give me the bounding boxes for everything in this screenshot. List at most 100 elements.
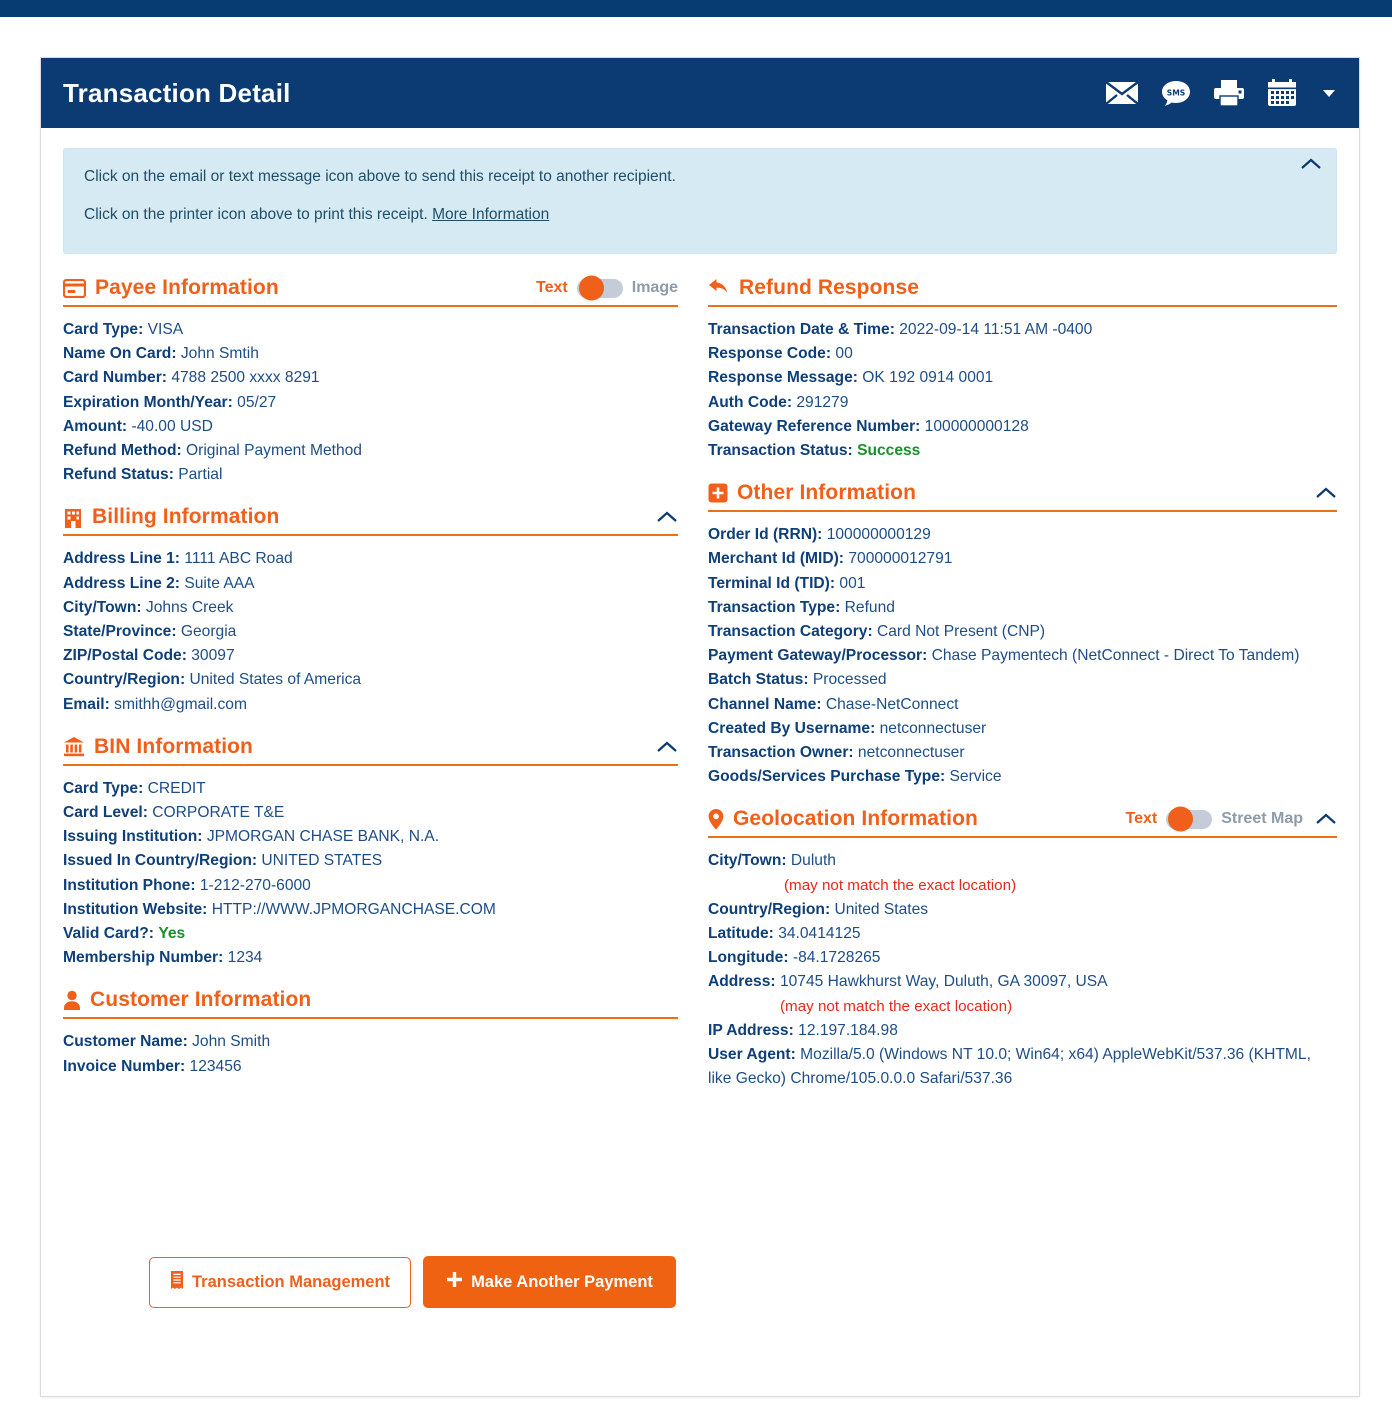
payee-text-image-toggle[interactable]: Text Image (536, 275, 678, 301)
field-row: Transaction Owner: netconnectuser (708, 741, 1337, 765)
section-customer-information: Customer Information Customer Name: John… (63, 988, 678, 1094)
field-label: Auth Code: (708, 393, 793, 411)
field-row: Payment Gateway/Processor: Chase Payment… (708, 644, 1337, 668)
field-row: Membership Number: 1234 (63, 946, 678, 970)
geolocation-toggle-track[interactable] (1166, 806, 1213, 832)
svg-text:SMS: SMS (1167, 88, 1186, 97)
payee-toggle-track[interactable] (576, 275, 623, 301)
payee-section-header: Payee Information Text Image (63, 275, 678, 307)
payee-toggle-left-label: Text (536, 279, 568, 296)
field-label: Transaction Owner: (708, 744, 854, 762)
geolocation-text-map-toggle[interactable]: Text Street Map (1125, 806, 1303, 832)
field-label: State/Province: (63, 623, 177, 641)
banner-collapse-chevron-up-icon[interactable] (1300, 157, 1322, 175)
field-row: Issuing Institution: JPMORGAN CHASE BANK… (63, 825, 678, 849)
field-label: Transaction Category: (708, 623, 873, 641)
field-value: CORPORATE T&E (152, 804, 285, 822)
field-value: 1111 ABC Road (184, 550, 293, 568)
field-value: John Smith (192, 1033, 271, 1051)
field-value: 05/27 (237, 393, 277, 411)
field-label: Refund Method: (63, 442, 182, 460)
field-value: Success (857, 442, 921, 460)
field-row: Gateway Reference Number: 100000000128 (708, 415, 1337, 439)
field-value: -40.00 USD (131, 417, 213, 435)
field-row: Institution Phone: 1-212-270-6000 (63, 874, 678, 898)
section-bin-information: BIN Information Card Type: CREDIT Card L… (63, 735, 678, 987)
section-other-information: Other Information Order Id (RRN): 100000… (708, 481, 1337, 805)
field-value: 291279 (796, 393, 849, 411)
field-value: JPMORGAN CHASE BANK, N.A. (206, 828, 440, 846)
header-action-icons: SMS (1105, 79, 1335, 107)
field-value: OK 192 0914 0001 (862, 369, 994, 387)
field-row: Merchant Id (MID): 700000012791 (708, 547, 1337, 571)
field-label: Longitude: (708, 949, 789, 967)
geolocation-toggle-left-label: Text (1125, 810, 1158, 828)
field-value: Yes (158, 925, 186, 943)
field-label: Country/Region: (708, 900, 831, 918)
payee-fields: Card Type: VISA Name On Card: John Smtih… (63, 318, 678, 503)
city-location-disclaimer: (may not match the exact location) (784, 876, 1017, 894)
geolocation-collapse-chevron-up-icon[interactable] (1315, 812, 1337, 826)
info-banner: Click on the email or text message icon … (63, 148, 1337, 254)
field-label: Gateway Reference Number: (708, 417, 921, 435)
field-row: Auth Code: 291279 (708, 391, 1337, 415)
field-row: Longitude: -84.1728265 (708, 946, 1337, 970)
bin-collapse-chevron-up-icon[interactable] (656, 740, 678, 754)
field-row: Latitude: 34.0414125 (708, 922, 1337, 946)
field-row: Invoice Number: 123456 (63, 1055, 678, 1079)
printer-icon[interactable] (1213, 79, 1245, 107)
field-value: 34.0414125 (778, 925, 861, 943)
field-value: Chase-NetConnect (825, 695, 959, 713)
field-row: City/Town: Duluth (708, 849, 1337, 873)
receipt-icon (170, 1270, 184, 1294)
geolocation-section-header: Geolocation Information Text Street Map (708, 806, 1337, 839)
field-label: Transaction Status: (708, 442, 853, 460)
field-label: Merchant Id (MID): (708, 550, 845, 568)
sms-icon[interactable]: SMS (1161, 80, 1191, 107)
card-body: Click on the email or text message icon … (41, 128, 1359, 1109)
make-another-payment-button[interactable]: Make Another Payment (423, 1256, 676, 1308)
field-value: netconnectuser (879, 719, 987, 737)
field-value: smithh@gmail.com (114, 695, 247, 713)
calendar-icon[interactable] (1267, 79, 1297, 107)
transaction-management-button[interactable]: Transaction Management (149, 1256, 412, 1308)
geolocation-toggle-knob (1168, 806, 1194, 832)
other-collapse-chevron-up-icon[interactable] (1315, 486, 1337, 500)
field-label: Order Id (RRN): (708, 526, 823, 544)
field-label: Created By Username: (708, 719, 876, 737)
field-label: Address Line 1: (63, 550, 180, 568)
more-information-link[interactable]: More Information (432, 206, 549, 223)
make-another-payment-label: Make Another Payment (471, 1272, 653, 1291)
field-label: Transaction Date & Time: (708, 321, 895, 338)
bank-icon (63, 736, 85, 757)
field-row: Card Type: CREDIT (63, 777, 678, 801)
billing-collapse-chevron-up-icon[interactable] (656, 510, 678, 524)
field-row: Terminal Id (TID): 001 (708, 572, 1337, 596)
refund-response-fields: Transaction Date & Time: 2022-09-14 11:5… (708, 318, 1337, 479)
other-section-title: Other Information (737, 481, 917, 505)
footer-actions: Transaction Management Make Another Paym… (149, 1256, 676, 1308)
field-value: John Smtih (180, 345, 259, 363)
field-row: Card Number: 4788 2500 xxxx 8291 (63, 366, 678, 390)
field-row: Card Level: CORPORATE T&E (63, 801, 678, 825)
field-value: 100000000129 (826, 526, 931, 544)
field-row: Amount: -40.00 USD (63, 415, 678, 439)
field-label: Customer Name: (63, 1033, 188, 1051)
right-column: Refund Response Transaction Date & Time:… (700, 276, 1337, 1109)
other-section-header: Other Information (708, 481, 1337, 513)
section-payee-information: Payee Information Text Image Card Type: … (63, 275, 678, 503)
building-icon (63, 506, 83, 529)
field-label: Transaction Type: (708, 598, 841, 616)
other-fields: Order Id (RRN): 100000000129 Merchant Id… (708, 523, 1337, 805)
field-value: Partial (178, 466, 223, 484)
field-value: Processed (812, 671, 887, 689)
chevron-down-icon[interactable] (1323, 89, 1335, 97)
field-label: Membership Number: (63, 949, 224, 967)
billing-fields: Address Line 1: 1111 ABC Road Address Li… (63, 547, 678, 732)
email-icon[interactable] (1105, 80, 1139, 106)
customer-section-title: Customer Information (90, 988, 312, 1012)
field-row: Refund Method: Original Payment Method (63, 439, 678, 463)
field-label: Card Type: (63, 779, 144, 797)
field-label: Card Number: (63, 369, 167, 387)
geolocation-fields: City/Town: Duluth (may not match the exa… (708, 849, 1337, 1107)
